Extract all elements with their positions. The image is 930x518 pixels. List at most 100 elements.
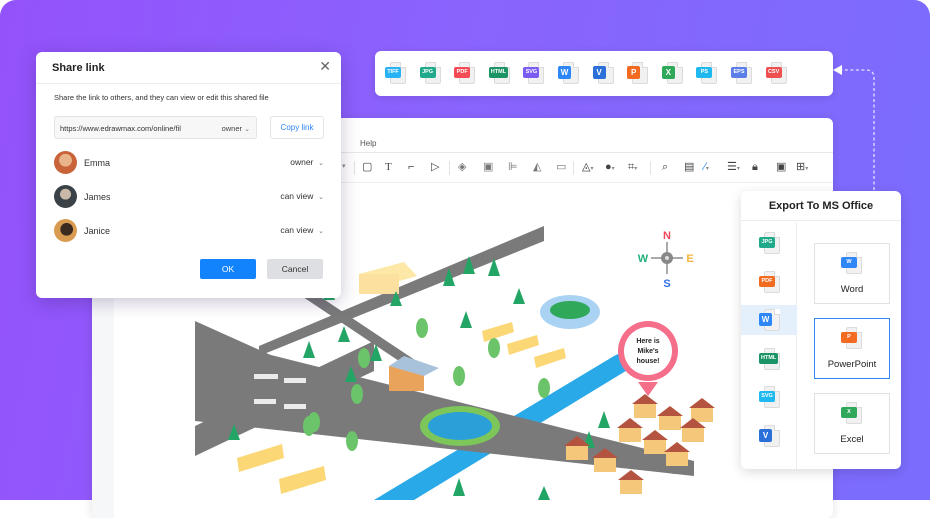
- line-color-icon[interactable]: ∕▾: [704, 161, 709, 175]
- powerpoint-file-icon[interactable]: P: [841, 327, 863, 351]
- jpg-file-icon[interactable]: JPG: [419, 62, 442, 86]
- shape-style-icon[interactable]: ●▾: [605, 161, 615, 175]
- compass-s: S: [663, 278, 670, 290]
- fullscreen-icon[interactable]: ▣: [776, 161, 786, 173]
- tiff-file-icon[interactable]: TIFF: [385, 62, 407, 86]
- w-file-icon[interactable]: W: [558, 62, 580, 86]
- file-type-badge: W: [841, 257, 857, 268]
- export-panel-title: Export To MS Office: [741, 191, 901, 221]
- toolbar-divider: [650, 161, 651, 175]
- search-icon[interactable]: ⌕: [662, 161, 668, 173]
- toolbar-divider: [449, 161, 450, 175]
- pond: [428, 412, 492, 440]
- close-icon[interactable]: ✕: [319, 58, 331, 75]
- frame-icon[interactable]: ▭: [556, 161, 566, 173]
- file-type-badge: PS: [696, 67, 713, 78]
- pdf-file-icon[interactable]: PDF: [759, 270, 781, 295]
- compass-n: N: [663, 230, 671, 242]
- ps-file-icon[interactable]: PS: [696, 62, 718, 86]
- chevron-down-icon: ⌄: [244, 126, 250, 133]
- export-card-excel[interactable]: X Excel: [814, 393, 890, 454]
- dashed-arrow: [833, 65, 875, 190]
- eps-file-icon[interactable]: EPS: [731, 62, 753, 86]
- user-permission-select[interactable]: can view ⌄: [280, 225, 324, 235]
- share-link-url[interactable]: https://www.edrawmax.com/online/fil: [60, 124, 203, 133]
- file-type-badge: HTML: [488, 67, 509, 78]
- chevron-down-icon: ⌄: [318, 194, 324, 201]
- layers-icon[interactable]: ◈: [458, 161, 466, 173]
- text-icon[interactable]: T: [385, 161, 392, 173]
- sidebar-item-w[interactable]: W: [741, 305, 797, 335]
- svg-file-icon[interactable]: SVG: [759, 386, 781, 410]
- chevron-down-icon: ⌄: [318, 228, 324, 235]
- html-file-icon[interactable]: HTML: [488, 62, 511, 86]
- connector-icon[interactable]: ⌐: [408, 161, 414, 173]
- file-type-badge: HTML: [759, 352, 779, 364]
- svg-file-icon[interactable]: SVG: [523, 62, 545, 86]
- avatar: [54, 185, 77, 208]
- sidebar-item-v[interactable]: V: [741, 421, 797, 451]
- user-row: James can view ⌄: [54, 185, 324, 209]
- pointer-icon[interactable]: ▷: [431, 161, 439, 173]
- v-file-icon[interactable]: V: [592, 62, 615, 86]
- menu-help[interactable]: Help: [360, 139, 376, 148]
- file-type-badge: X: [661, 66, 675, 79]
- pdf-file-icon[interactable]: PDF: [454, 62, 476, 86]
- sidebar-item-svg[interactable]: SVG: [741, 382, 797, 412]
- excel-file-icon[interactable]: X: [841, 402, 863, 426]
- html-file-icon[interactable]: HTML: [759, 347, 781, 372]
- file-type-badge: W: [558, 66, 571, 79]
- file-type-badge: TIFF: [385, 67, 401, 78]
- fill-icon[interactable]: ◬▾: [582, 161, 593, 175]
- user-permission-select[interactable]: can view ⌄: [280, 191, 324, 201]
- file-type-badge: SVG: [523, 67, 540, 78]
- copy-link-button[interactable]: Copy link: [270, 116, 324, 139]
- toolbar-divider: [354, 161, 355, 175]
- file-type-badge: CSV: [765, 67, 782, 78]
- sidebar-item-pdf[interactable]: PDF: [741, 267, 797, 297]
- share-link-dialog: Share link ✕ Share the link to others, a…: [36, 52, 341, 298]
- user-permission-select[interactable]: owner ⌄: [290, 157, 324, 167]
- arrow-head-icon: [833, 65, 842, 75]
- link-permission-select[interactable]: owner ⌄: [222, 124, 250, 133]
- file-type-badge: PDF: [454, 67, 471, 78]
- export-card-word[interactable]: W Word: [814, 243, 890, 304]
- file-type-badge: JPG: [759, 237, 775, 248]
- w-file-icon[interactable]: W: [759, 309, 781, 333]
- dropdown-caret-icon[interactable]: ▾: [342, 161, 346, 173]
- format-painter-icon[interactable]: ▤: [684, 161, 694, 173]
- avatar: [54, 219, 77, 242]
- file-type-badge: SVG: [759, 391, 775, 402]
- share-link-input[interactable]: https://www.edrawmax.com/online/fil owne…: [54, 116, 257, 139]
- more-icon[interactable]: ⊞▾: [796, 161, 808, 175]
- sidebar-item-jpg[interactable]: JPG: [741, 228, 797, 258]
- sidebar-item-html[interactable]: HTML: [741, 344, 797, 374]
- file-type-badge: P: [627, 66, 641, 79]
- align-icon[interactable]: ⊫: [508, 161, 518, 173]
- user-name: Janice: [84, 226, 111, 236]
- compass-w: W: [638, 253, 649, 265]
- x-file-icon[interactable]: X: [661, 62, 684, 86]
- permission-value: owner: [290, 157, 314, 167]
- flip-icon[interactable]: ◭: [533, 161, 541, 173]
- group-icon[interactable]: ▣: [483, 161, 493, 173]
- line-style-icon[interactable]: ☰▾: [727, 161, 740, 175]
- export-card-powerpoint[interactable]: P PowerPoint: [814, 318, 890, 379]
- cancel-button[interactable]: Cancel: [267, 259, 323, 279]
- user-name: Emma: [84, 158, 111, 168]
- export-card-label: PowerPoint: [827, 359, 877, 370]
- p-file-icon[interactable]: P: [627, 62, 649, 86]
- share-description: Share the link to others, and they can v…: [54, 93, 269, 102]
- toolbar-divider: [573, 161, 574, 175]
- jpg-file-icon[interactable]: JPG: [759, 232, 781, 256]
- rectangle-icon[interactable]: ▢: [362, 161, 372, 173]
- csv-file-icon[interactable]: CSV: [765, 62, 788, 86]
- callout-bubble: Here is Mike's house!: [618, 321, 678, 396]
- ok-button[interactable]: OK: [200, 259, 256, 279]
- callout-line-3: house!: [637, 358, 660, 365]
- crop-icon[interactable]: ⌗▾: [628, 161, 637, 175]
- v-file-icon[interactable]: V: [759, 424, 781, 449]
- lock-icon[interactable]: 🔒︎: [752, 161, 758, 173]
- word-file-icon[interactable]: W: [841, 252, 863, 276]
- file-type-badge: P: [841, 332, 857, 343]
